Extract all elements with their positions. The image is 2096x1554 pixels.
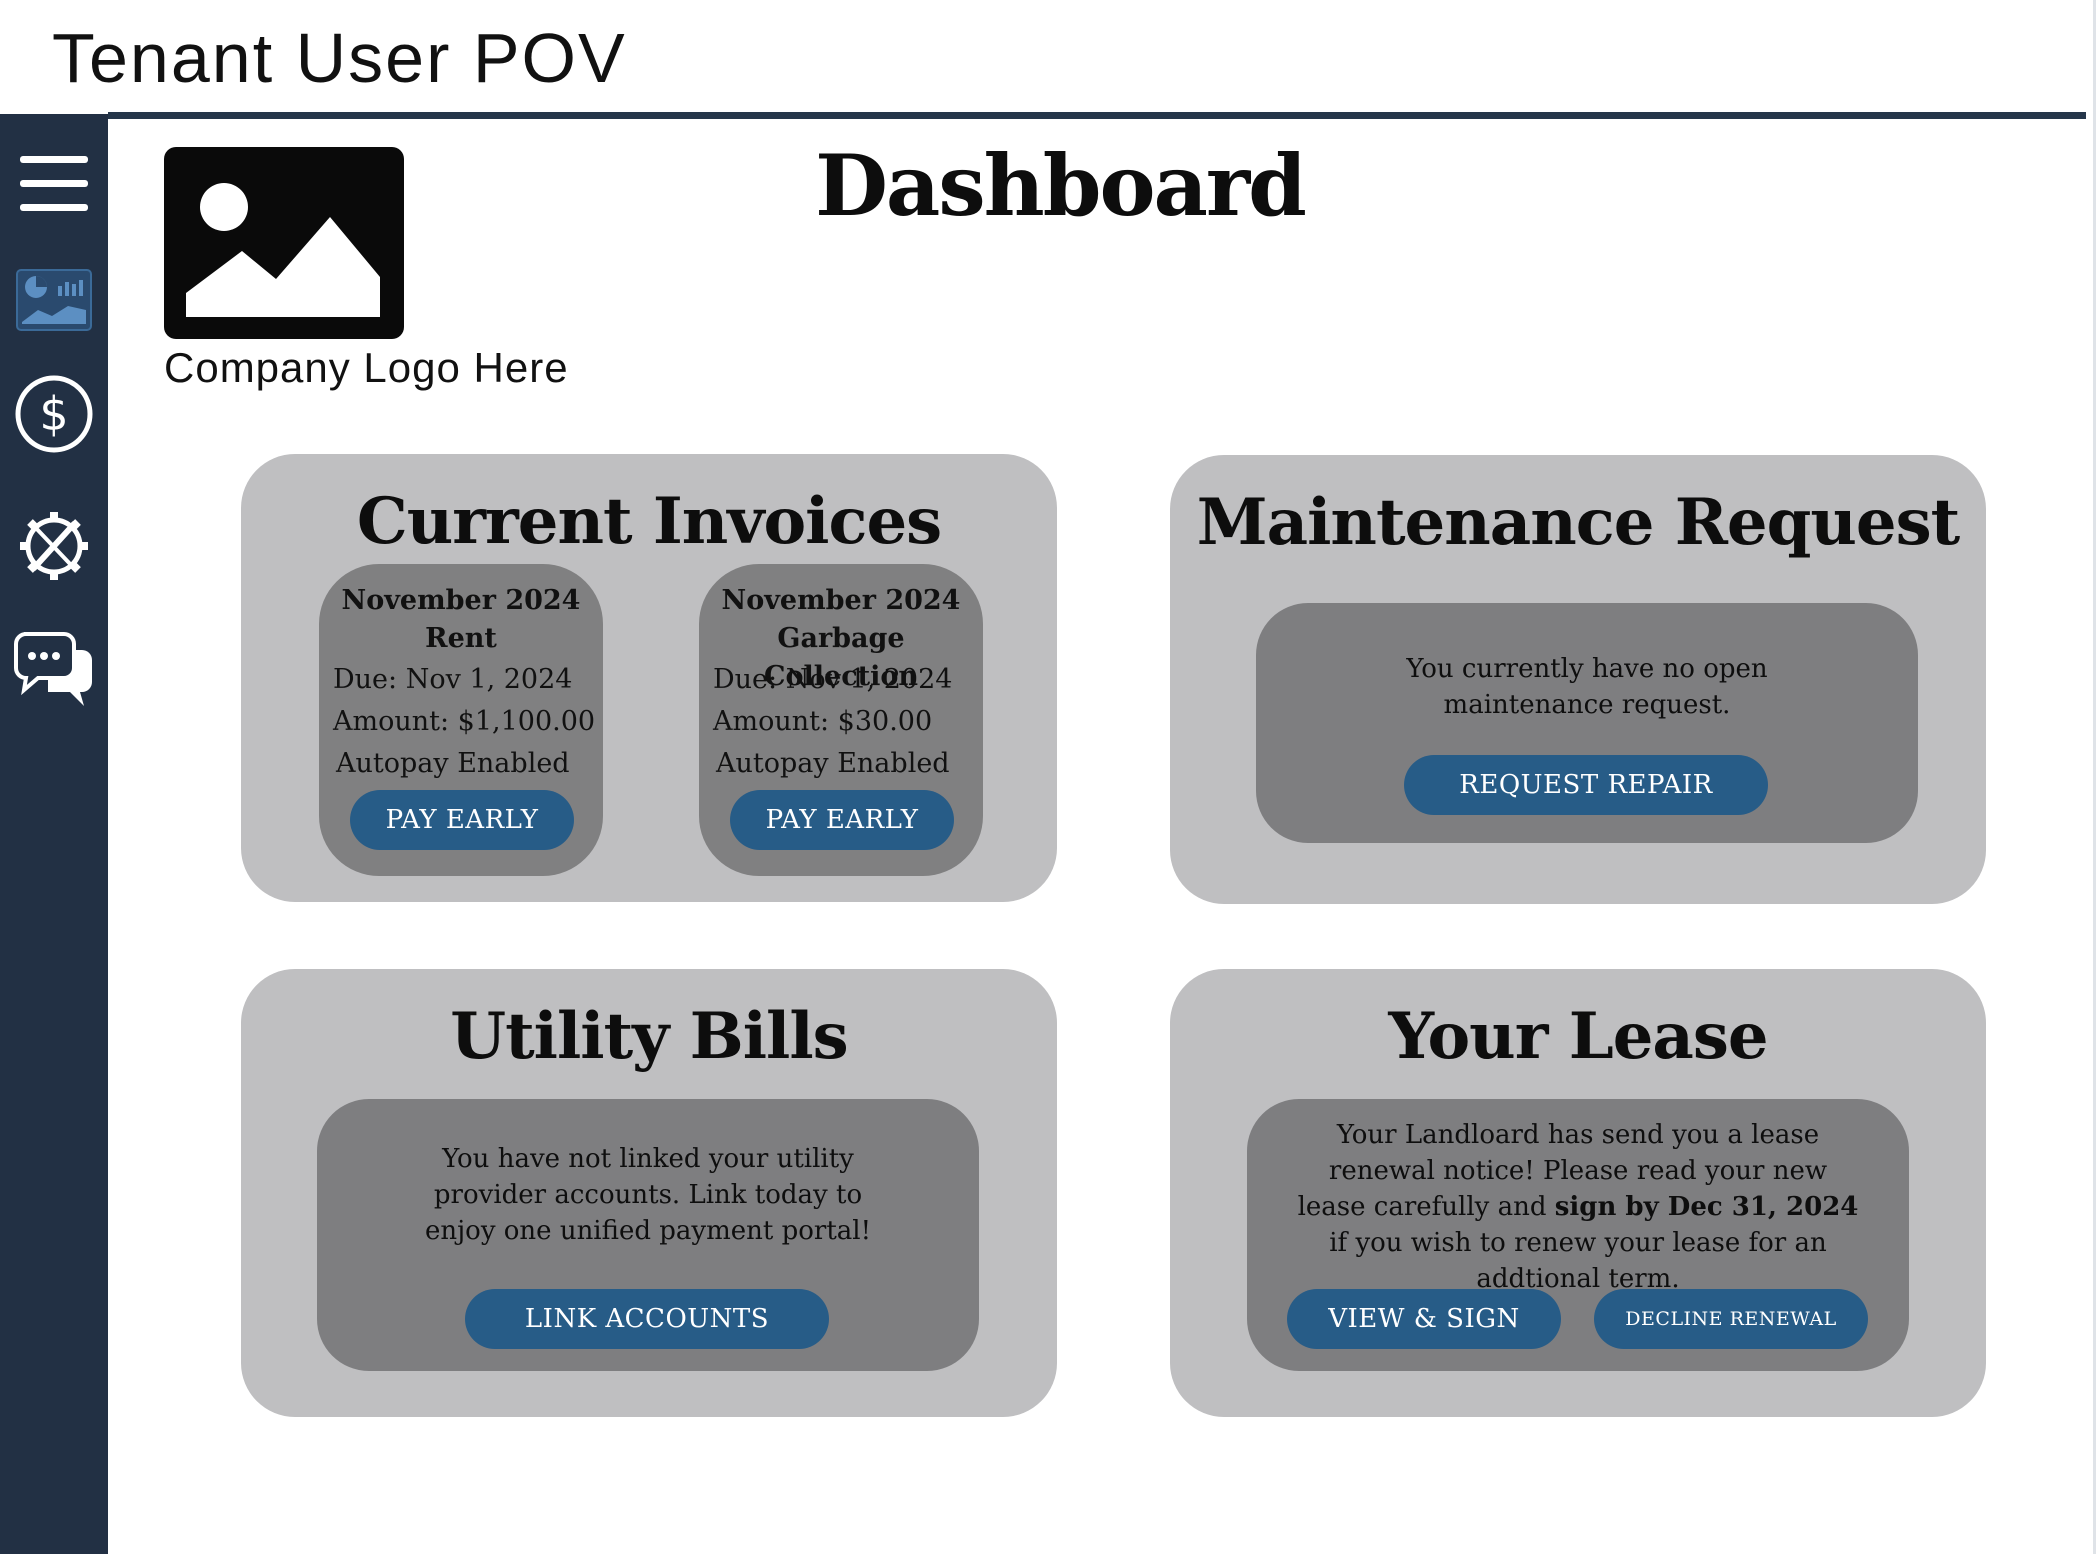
lease-message: Your Landloard has send you a lease rene… — [1247, 1117, 1909, 1297]
utility-bills-card: Utility Bills You have not linked your u… — [241, 969, 1057, 1417]
pay-early-button[interactable]: PAY EARLY — [730, 790, 954, 850]
invoice-card-garbage: November 2024 Garbage Collection Due: No… — [699, 564, 983, 876]
hamburger-menu-icon[interactable] — [12, 142, 96, 226]
invoice-heading: November 2024 Rent — [319, 582, 603, 658]
utility-message: You have not linked your utility provide… — [424, 1144, 872, 1246]
invoice-due: Due: Nov 1, 2024 — [333, 664, 573, 695]
invoice-autopay: Autopay Enabled — [716, 748, 950, 779]
lease-message-text: if you wish to renew your lease for an a… — [1329, 1228, 1827, 1294]
chat-icon[interactable] — [12, 626, 96, 710]
request-repair-button[interactable]: REQUEST REPAIR — [1404, 755, 1768, 815]
current-invoices-title: Current Invoices — [356, 484, 942, 559]
dashboard-icon[interactable] — [12, 260, 96, 344]
maintenance-panel: You currently have no open maintenance r… — [1256, 603, 1918, 843]
maintenance-request-card: Maintenance Request You currently have n… — [1170, 455, 1986, 904]
invoice-month: November 2024 — [341, 585, 581, 616]
invoice-name: Rent — [425, 623, 497, 654]
header-divider — [108, 112, 2086, 119]
page-title: Dashboard — [815, 136, 1307, 235]
view-and-sign-button[interactable]: VIEW & SIGN — [1287, 1289, 1561, 1349]
company-logo-placeholder — [164, 147, 404, 339]
utility-panel: You have not linked your utility provide… — [317, 1099, 979, 1371]
lease-panel: Your Landloard has send you a lease rene… — [1247, 1099, 1909, 1371]
dollar-icon[interactable]: $ — [12, 372, 96, 456]
invoice-amount: Amount: $1,100.00 — [333, 706, 596, 737]
invoice-amount: Amount: $30.00 — [713, 706, 933, 737]
decline-renewal-button[interactable]: DECLINE RENEWAL — [1594, 1289, 1868, 1349]
link-accounts-button[interactable]: LINK ACCOUNTS — [465, 1289, 829, 1349]
pay-early-button[interactable]: PAY EARLY — [350, 790, 574, 850]
invoice-card-rent: November 2024 Rent Due: Nov 1, 2024 Amou… — [319, 564, 603, 876]
maintenance-request-title: Maintenance Request — [1196, 485, 1960, 560]
company-logo-label: Company Logo Here — [164, 344, 569, 391]
maintenance-message: You currently have no open maintenance r… — [1406, 654, 1768, 720]
sidebar: $ — [0, 114, 108, 1554]
invoice-autopay: Autopay Enabled — [336, 748, 570, 779]
your-lease-card: Your Lease Your Landloard has send you a… — [1170, 969, 1986, 1417]
image-placeholder-icon — [186, 183, 380, 317]
maintenance-tools-icon[interactable] — [12, 504, 96, 588]
svg-text:$: $ — [39, 387, 68, 441]
lease-deadline: sign by Dec 31, 2024 — [1554, 1192, 1859, 1222]
your-lease-title: Your Lease — [1388, 999, 1768, 1074]
invoice-due: Due: Nov 1, 2024 — [713, 664, 953, 695]
utility-bills-title: Utility Bills — [450, 999, 848, 1074]
invoice-month: November 2024 — [721, 585, 961, 616]
header-title: Tenant User POV — [52, 19, 627, 97]
